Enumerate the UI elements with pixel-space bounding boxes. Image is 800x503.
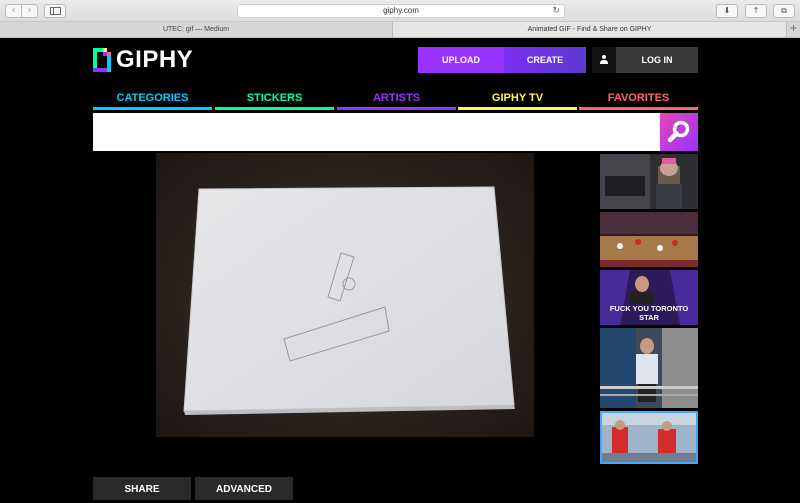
- reload-icon[interactable]: ↻: [552, 5, 560, 17]
- nav-label: ARTISTS: [372, 92, 421, 104]
- forward-button[interactable]: ›: [21, 4, 38, 18]
- browser-chrome: ‹ › giphy.com ↻ ⬇ ↑ ⧉ UTEC: gif — Medium…: [0, 0, 800, 38]
- back-button[interactable]: ‹: [5, 4, 22, 18]
- address-bar[interactable]: giphy.com ↻: [237, 4, 565, 18]
- nav-label: GIPHY TV: [491, 92, 544, 104]
- nav-label: STICKERS: [246, 92, 303, 104]
- login-button[interactable]: LOG IN: [616, 47, 698, 73]
- thumbnail-image: [600, 212, 698, 267]
- thumbnail-image: FUCK YOU TORONTO STAR: [600, 270, 698, 325]
- gif-image: [156, 153, 534, 437]
- sidebar-toggle-button[interactable]: [44, 4, 66, 18]
- browser-tab-giphy[interactable]: Animated GIF - Find & Share on GIPHY: [393, 22, 786, 37]
- search-icon: [667, 120, 690, 143]
- nav-artists[interactable]: ARTISTS: [337, 91, 456, 110]
- giphy-logo-icon: [93, 48, 111, 72]
- nav-label: FAVORITES: [607, 92, 670, 104]
- logo-text: GIPHY: [116, 46, 194, 73]
- nav-categories[interactable]: CATEGORIES: [93, 91, 212, 110]
- thumbnail-caption-line-2: STAR: [639, 313, 659, 322]
- url-text: giphy.com: [383, 6, 419, 15]
- main-gif[interactable]: [156, 153, 534, 437]
- related-gif-thumbnail[interactable]: [600, 212, 698, 267]
- thumbnail-image: [600, 154, 698, 209]
- nav-giphy-tv[interactable]: GIPHY TV: [458, 91, 577, 110]
- tabs-icon: ⧉: [781, 6, 787, 15]
- nav-underline: [337, 107, 456, 110]
- browser-tab-medium[interactable]: UTEC: gif — Medium: [0, 22, 393, 37]
- user-icon: [600, 55, 608, 65]
- related-gif-thumbnail[interactable]: [600, 328, 698, 408]
- new-tab-button[interactable]: +: [786, 22, 800, 37]
- sidebar-icon: [50, 7, 61, 15]
- user-account-button[interactable]: [592, 47, 616, 73]
- advanced-button[interactable]: ADVANCED: [195, 477, 293, 500]
- search-button[interactable]: [660, 113, 698, 151]
- nav-underline: [93, 107, 212, 110]
- related-gif-thumbnail[interactable]: [600, 411, 698, 464]
- downloads-button[interactable]: ⬇: [716, 4, 738, 18]
- share-gif-button[interactable]: SHARE: [93, 477, 191, 500]
- related-gif-thumbnail[interactable]: [600, 154, 698, 209]
- nav-underline: [458, 107, 577, 110]
- thumbnail-image: [602, 413, 696, 462]
- upload-button[interactable]: UPLOAD: [418, 47, 504, 73]
- nav-stickers[interactable]: STICKERS: [215, 91, 334, 110]
- download-icon: ⬇: [723, 6, 731, 15]
- tab-bar: UTEC: gif — Medium Animated GIF - Find &…: [0, 22, 800, 38]
- search-input[interactable]: [93, 113, 660, 151]
- browser-toolbar: ‹ › giphy.com ↻ ⬇ ↑ ⧉: [0, 0, 800, 22]
- show-tabs-button[interactable]: ⧉: [773, 4, 795, 18]
- share-icon: ↑: [752, 6, 760, 15]
- nav-underline: [579, 107, 698, 110]
- share-button[interactable]: ↑: [745, 4, 767, 18]
- nav-favorites[interactable]: FAVORITES: [579, 91, 698, 110]
- related-gif-thumbnail[interactable]: FUCK YOU TORONTO STAR: [600, 270, 698, 325]
- thumbnail-caption-line-1: FUCK YOU TORONTO: [610, 304, 689, 313]
- thumbnail-image: [600, 328, 698, 408]
- nav-underline: [215, 107, 334, 110]
- nav-label: CATEGORIES: [116, 92, 189, 104]
- create-button[interactable]: CREATE: [504, 47, 586, 73]
